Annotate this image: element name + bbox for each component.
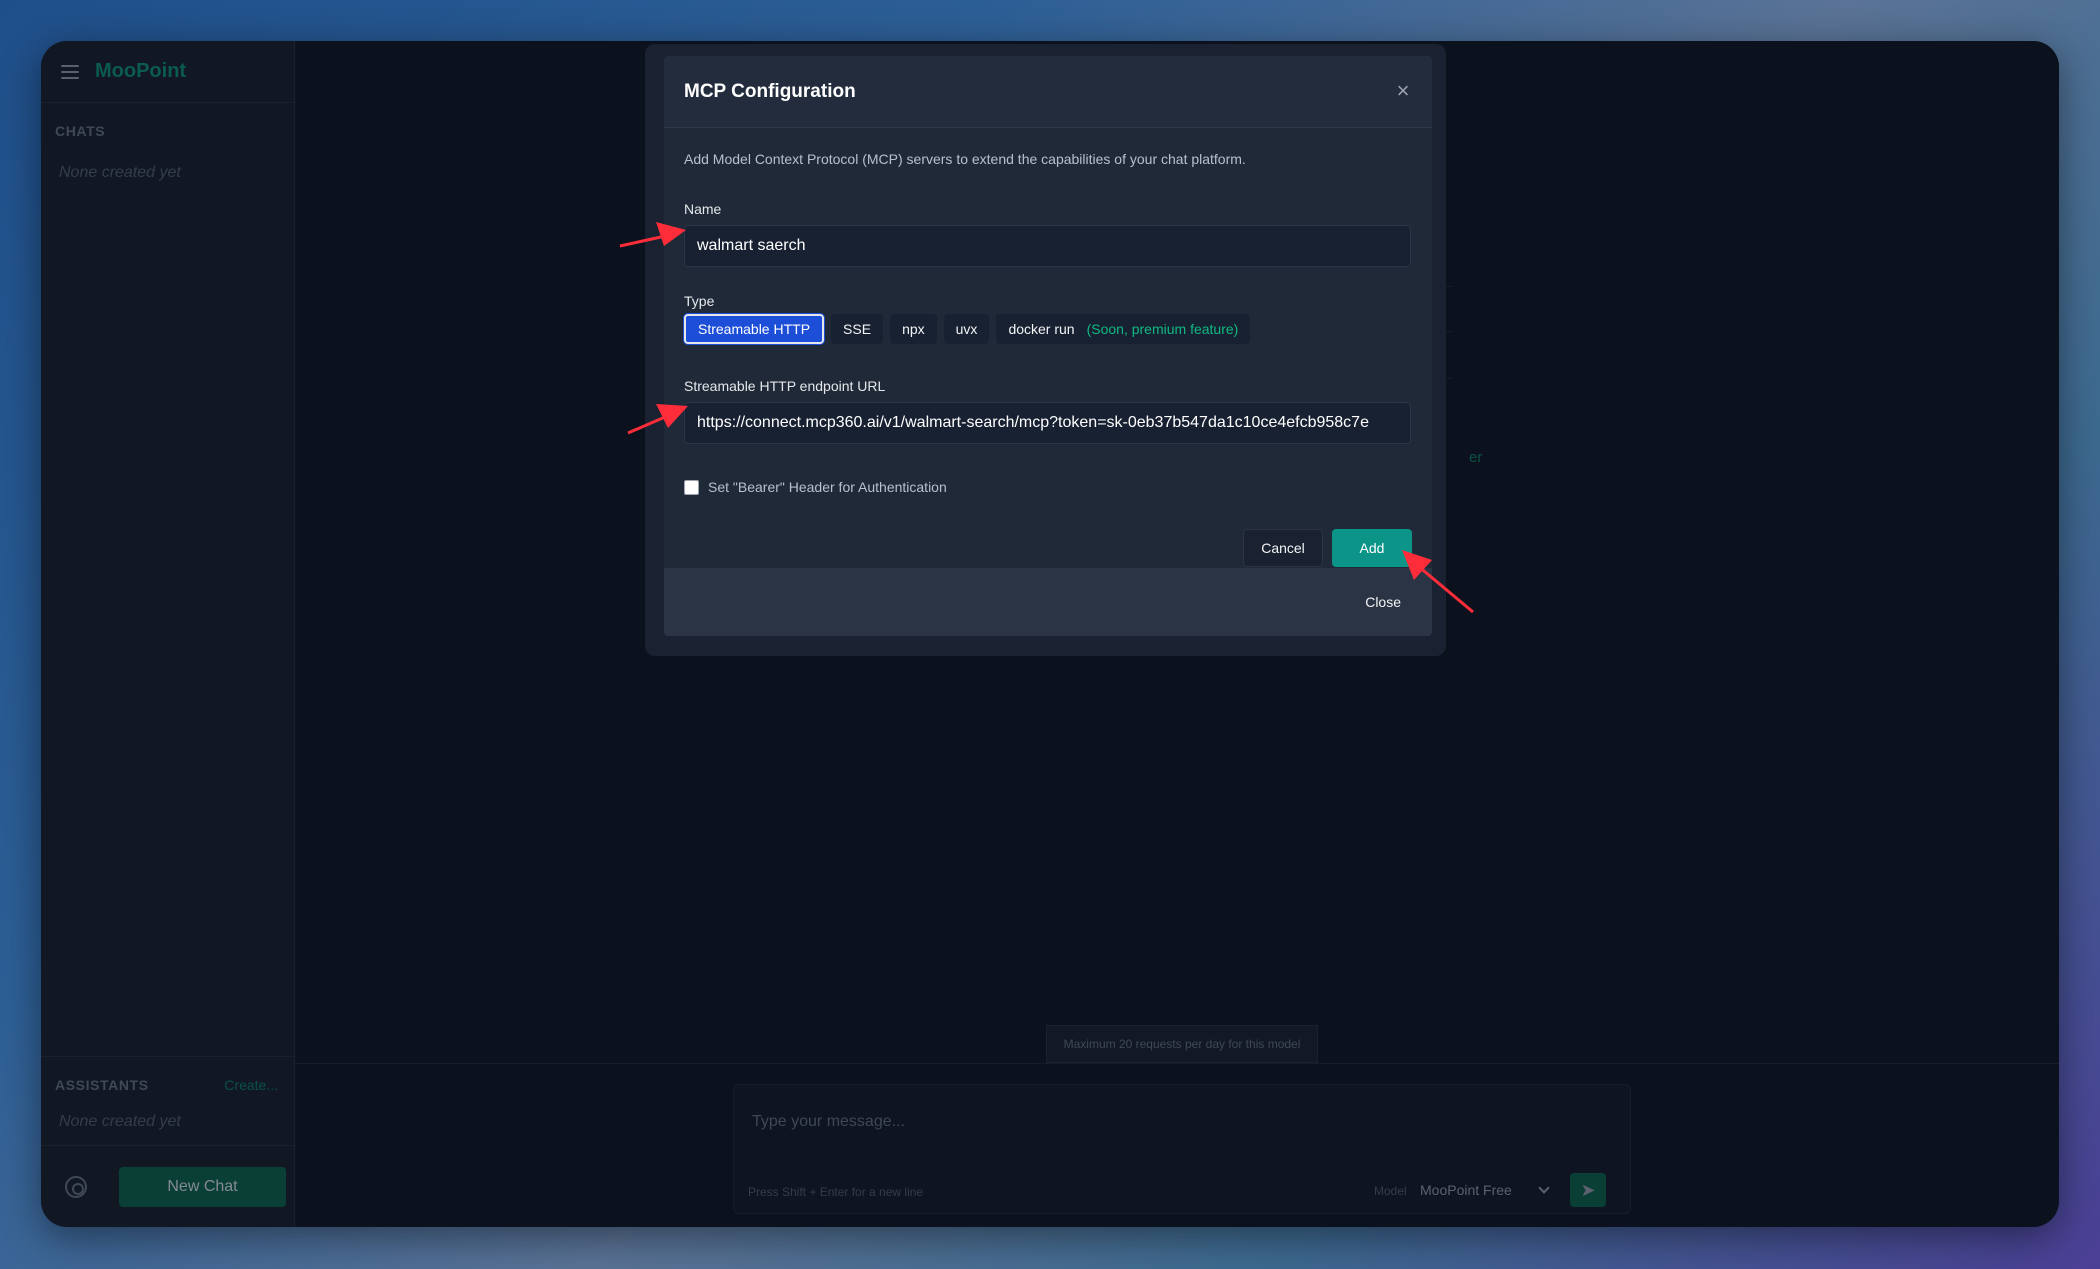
- docker-run-label: docker run: [1008, 321, 1075, 337]
- type-streamable-http-button[interactable]: Streamable HTTP: [684, 314, 825, 344]
- modal-body: Add Model Context Protocol (MCP) servers…: [664, 151, 1432, 567]
- bearer-header-option: Set "Bearer" Header for Authentication: [684, 479, 1412, 495]
- modal-description: Add Model Context Protocol (MCP) servers…: [684, 151, 1246, 167]
- close-button[interactable]: Close: [1365, 594, 1401, 610]
- modal-footer: Close: [664, 568, 1432, 636]
- premium-note: (Soon, premium feature): [1086, 321, 1239, 337]
- bearer-header-label: Set "Bearer" Header for Authentication: [708, 479, 947, 495]
- modal-title: MCP Configuration: [684, 80, 856, 102]
- type-uvx-button[interactable]: uvx: [943, 314, 990, 344]
- type-label: Type: [684, 293, 715, 309]
- url-label: Streamable HTTP endpoint URL: [684, 378, 886, 394]
- name-label: Name: [684, 201, 722, 217]
- endpoint-url-input[interactable]: [684, 402, 1411, 444]
- close-icon[interactable]: ×: [1394, 80, 1412, 102]
- mcp-config-modal: MCP Configuration × Add Model Context Pr…: [664, 56, 1432, 636]
- cancel-button[interactable]: Cancel: [1243, 529, 1323, 567]
- type-npx-button[interactable]: npx: [890, 314, 937, 344]
- add-button[interactable]: Add: [1332, 529, 1412, 567]
- name-input[interactable]: [684, 225, 1411, 267]
- type-docker-run-button[interactable]: docker run (Soon, premium feature): [996, 314, 1251, 344]
- bearer-header-checkbox[interactable]: [684, 479, 699, 495]
- type-selector: Streamable HTTP SSE npx uvx docker run (…: [684, 314, 1412, 344]
- modal-header: MCP Configuration ×: [664, 56, 1432, 128]
- type-sse-button[interactable]: SSE: [831, 314, 884, 344]
- modal-actions: Cancel Add: [684, 529, 1412, 567]
